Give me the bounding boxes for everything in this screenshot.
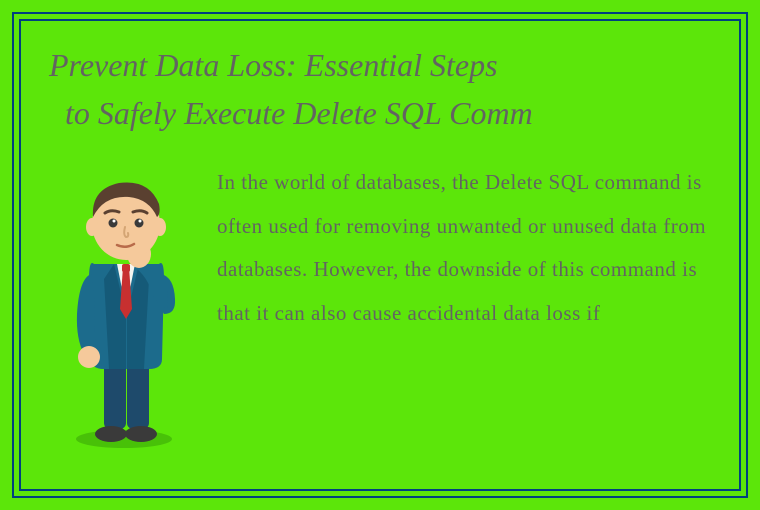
article-body-text: In the world of databases, the Delete SQ… bbox=[217, 159, 711, 336]
outer-frame: Prevent Data Loss: Essential Steps to Sa… bbox=[12, 12, 748, 498]
article-heading: Prevent Data Loss: Essential Steps to Sa… bbox=[49, 41, 711, 137]
businessman-icon bbox=[49, 159, 199, 449]
heading-line-2: to Safely Execute Delete SQL Comm bbox=[49, 89, 711, 137]
content-row: In the world of databases, the Delete SQ… bbox=[49, 159, 711, 459]
inner-frame: Prevent Data Loss: Essential Steps to Sa… bbox=[19, 19, 741, 491]
heading-line-1: Prevent Data Loss: Essential Steps bbox=[49, 41, 711, 89]
thinking-businessman-illustration bbox=[49, 159, 199, 459]
